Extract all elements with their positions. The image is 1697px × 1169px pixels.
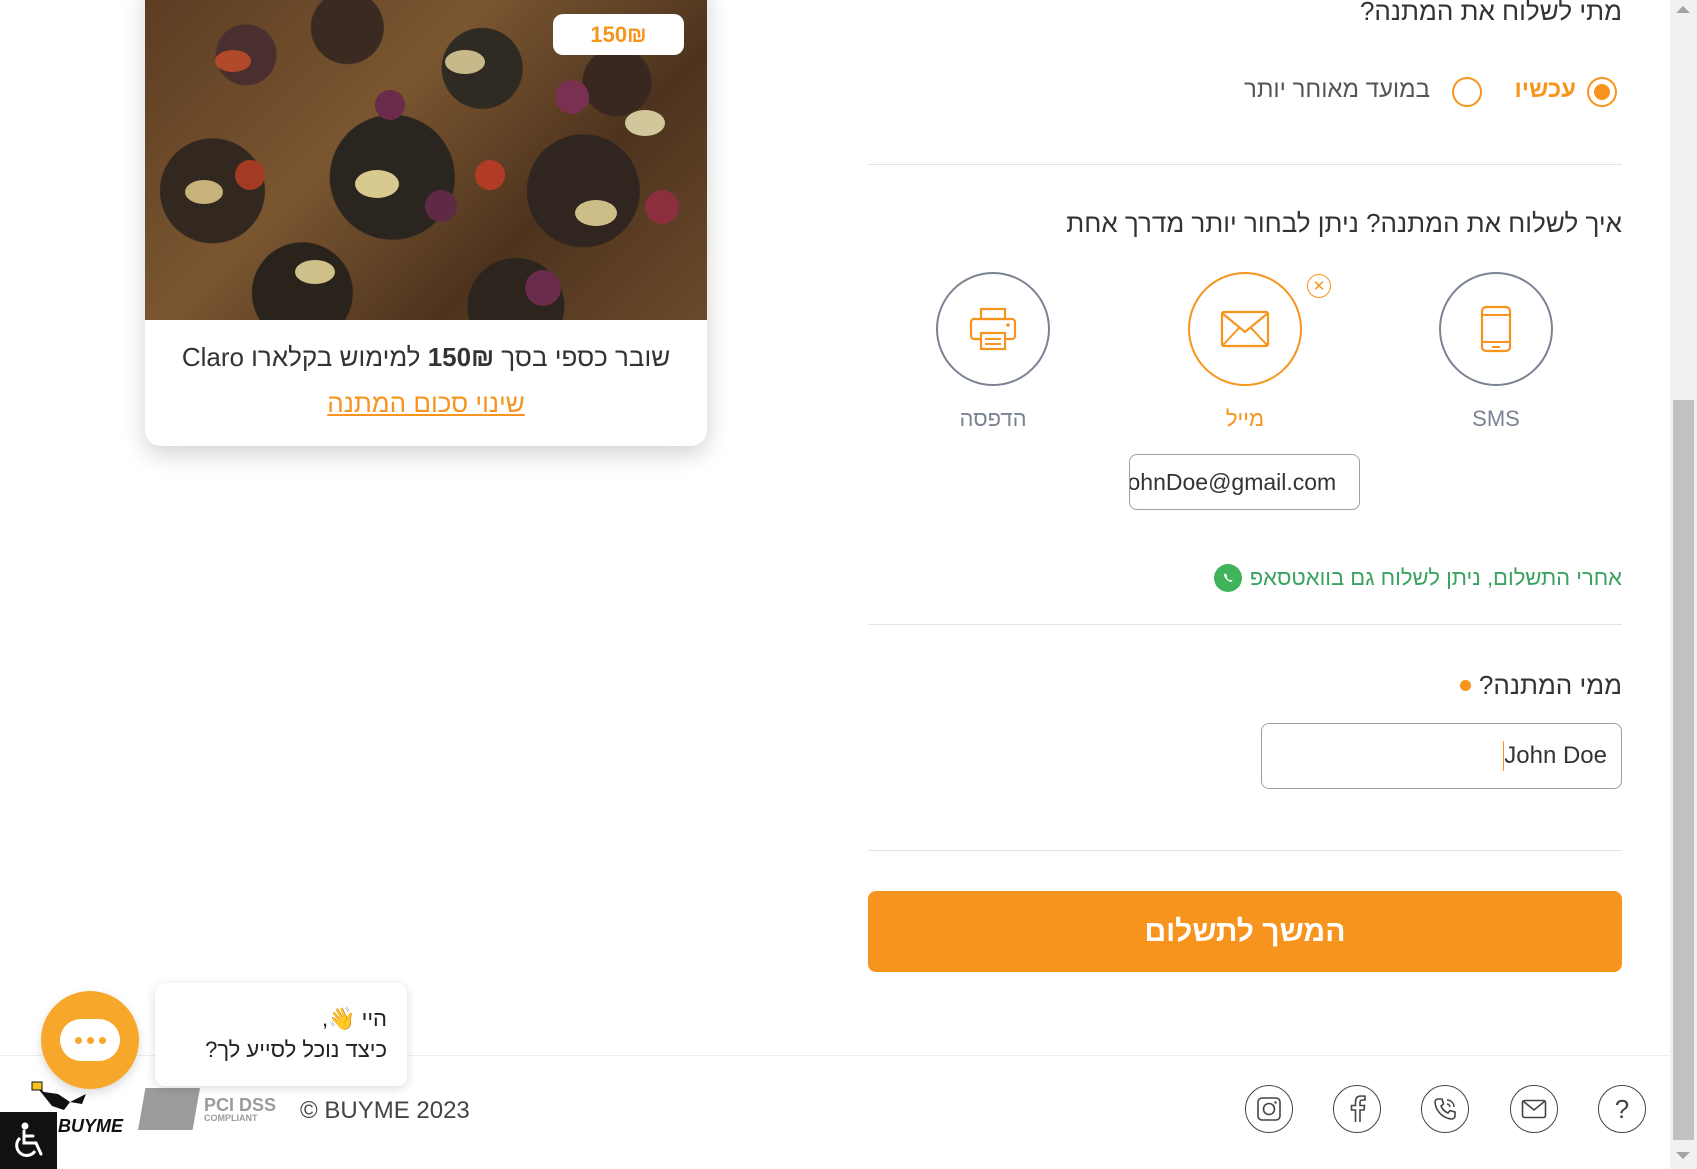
gift-card: 150₪ <box>145 0 707 446</box>
printer-icon <box>969 307 1017 351</box>
required-dot-icon <box>1459 680 1471 691</box>
send-method-print-label: הדפסה <box>959 406 1027 431</box>
how-question: איך לשלוח את המתנה? ניתן לבחור יותר מדרך… <box>1066 208 1622 238</box>
radio-now-label[interactable]: עכשיו <box>1480 76 1576 104</box>
send-method-mail[interactable] <box>1188 272 1302 386</box>
divider <box>868 850 1622 851</box>
whatsapp-note: אחרי התשלום, ניתן לשלוח גם בוואטסאפ <box>1180 562 1622 594</box>
gift-description: שובר כספי בסך 150₪ למימוש בקלארו Claro <box>145 342 707 373</box>
help-icon[interactable]: ? <box>1598 1085 1646 1133</box>
gift-desc-amount: 150₪ <box>427 342 495 372</box>
divider <box>868 164 1622 165</box>
whatsapp-note-text: אחרי התשלום, ניתן לשלוח גם בוואטסאפ <box>1249 565 1622 590</box>
send-method-sms[interactable] <box>1439 272 1553 386</box>
pci-text: PCI DSS <box>204 1094 277 1115</box>
scroll-down-arrow[interactable] <box>1676 1152 1690 1159</box>
from-question-row: ממי המתנה? <box>1300 670 1622 701</box>
chat-button[interactable] <box>41 991 139 1089</box>
buyme-logo-text: BUYME <box>58 1116 124 1136</box>
send-method-sms-label: SMS <box>1472 406 1520 431</box>
phone-icon[interactable] <box>1421 1085 1469 1133</box>
facebook-icon[interactable] <box>1333 1085 1381 1133</box>
whatsapp-icon <box>1213 564 1242 592</box>
scrollbar-thumb[interactable] <box>1673 400 1694 1140</box>
mobile-phone-icon <box>1480 305 1512 353</box>
divider <box>868 624 1622 625</box>
when-question: מתי לשלוח את המתנה? <box>1359 0 1622 26</box>
accessibility-button[interactable] <box>0 1112 57 1169</box>
chat-greeting-popup[interactable]: היי 👋, כיצד נוכל לסייע לך? <box>155 983 407 1086</box>
send-method-mail-label: מייל <box>1225 406 1265 431</box>
chat-icon <box>60 1019 120 1061</box>
pci-sub: COMPLIANT <box>204 1112 258 1123</box>
change-amount-link[interactable]: שינוי סכום המתנה <box>145 388 707 419</box>
chat-question: כיצד נוכל לסייע לך? <box>205 1037 387 1062</box>
radio-now[interactable] <box>1587 77 1617 107</box>
sender-name-input[interactable]: John Doe <box>1261 723 1622 789</box>
remove-mail-icon[interactable]: ✕ <box>1307 274 1331 298</box>
gift-desc-prefix: שובר כספי בסך <box>494 342 671 372</box>
gift-desc-suffix: למימוש בקלארו Claro <box>181 342 428 372</box>
price-tag: 150₪ <box>553 14 684 55</box>
envelope-icon <box>1220 310 1270 348</box>
from-question: ממי המתנה? <box>1478 670 1622 700</box>
wheelchair-icon <box>14 1122 42 1157</box>
text-caret <box>1503 741 1505 771</box>
pci-shield-icon <box>138 1088 200 1130</box>
radio-later[interactable] <box>1452 77 1482 107</box>
mail-icon[interactable] <box>1510 1085 1558 1133</box>
continue-to-payment-button[interactable]: המשך לתשלום <box>868 891 1622 972</box>
send-method-print[interactable] <box>936 272 1050 386</box>
sender-name-value: John Doe <box>1504 742 1607 769</box>
scroll-up-arrow[interactable] <box>1676 6 1690 13</box>
pci-dss-logo: PCI DSS COMPLIANT <box>138 1088 276 1130</box>
instagram-icon[interactable] <box>1245 1085 1293 1133</box>
chat-greeting: היי 👋, <box>322 1006 387 1031</box>
recipient-email-value: JohnDoe@gmail.com <box>1129 468 1337 495</box>
radio-later-label[interactable]: במועד מאוחר יותר <box>1230 76 1430 104</box>
copyright-text: © BUYME 2023 <box>300 1097 470 1124</box>
recipient-email-input[interactable]: JohnDoe@gmail.com <box>1129 454 1360 510</box>
